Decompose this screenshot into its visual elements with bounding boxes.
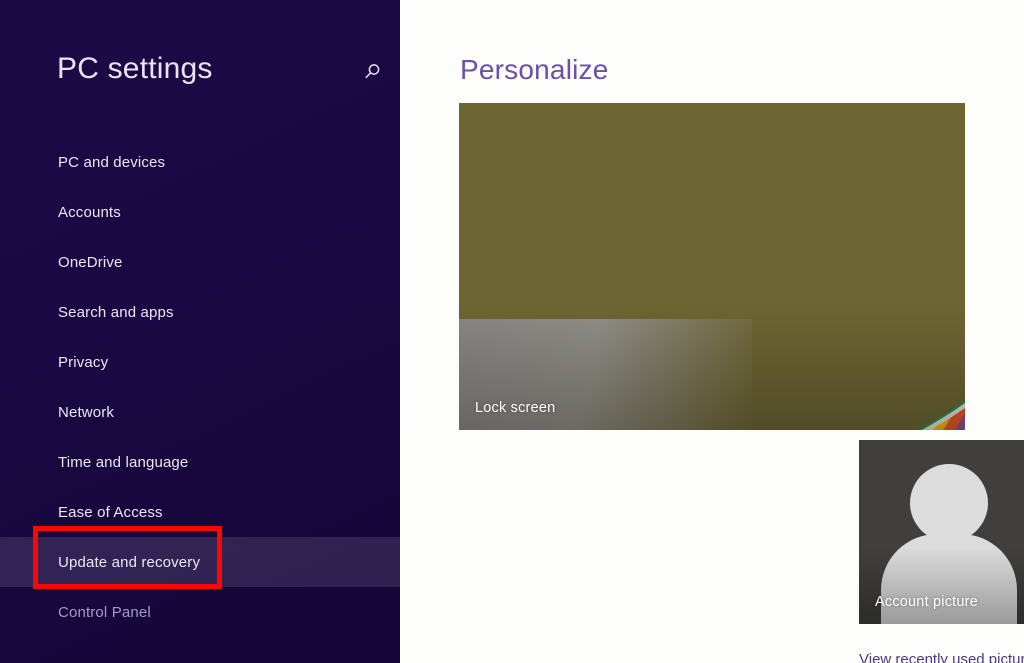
sidebar-item-label: Network [58,403,115,421]
tile-account-picture[interactable]: Account picture [859,440,1024,624]
tile-label-scrim [859,546,1024,624]
sidebar-item-label: Ease of Access [58,503,163,521]
sidebar-item-pc-and-devices[interactable]: PC and devices [0,137,400,187]
sidebar-item-label: Update and recovery [58,553,201,571]
personalize-heading: Personalize [460,54,609,85]
sidebar-item-label: PC and devices [58,153,166,171]
search-icon[interactable] [357,57,387,87]
tile-label: Account picture [875,594,978,610]
sidebar-item-network[interactable]: Network [0,387,400,437]
settings-nav-list: PC and devices Accounts OneDrive Search … [0,137,400,637]
sidebar-item-label: OneDrive [58,253,123,271]
person-silhouette-icon [910,464,988,542]
sidebar-item-accounts[interactable]: Accounts [0,187,400,237]
sidebar-item-label: Privacy [58,353,109,371]
page-title: PC settings [57,52,213,85]
sidebar-item-search-and-apps[interactable]: Search and apps [0,287,400,337]
settings-sidebar: PC settings PC and devices Accounts OneD… [0,0,400,663]
sidebar-item-label: Time and language [58,453,189,471]
sidebar-item-label: Accounts [58,203,121,221]
sidebar-item-onedrive[interactable]: OneDrive [0,237,400,287]
sidebar-item-label: Search and apps [58,303,174,321]
pc-settings-window: PC settings PC and devices Accounts OneD… [0,0,1024,663]
tile-label: Lock screen [475,400,556,416]
personalize-pane: Personalize Lock screen Account picture [400,0,1024,663]
sidebar-item-label: Control Panel [58,603,151,621]
sidebar-item-control-panel[interactable]: Control Panel [0,587,400,637]
bottom-cutoff-text: View recently used pictures [859,651,1024,663]
sidebar-item-time-and-language[interactable]: Time and language [0,437,400,487]
sidebar-item-ease-of-access[interactable]: Ease of Access [0,487,400,537]
sidebar-item-update-and-recovery[interactable]: Update and recovery [0,537,400,587]
tile-lock-screen[interactable]: Lock screen [459,103,965,430]
sidebar-item-privacy[interactable]: Privacy [0,337,400,387]
